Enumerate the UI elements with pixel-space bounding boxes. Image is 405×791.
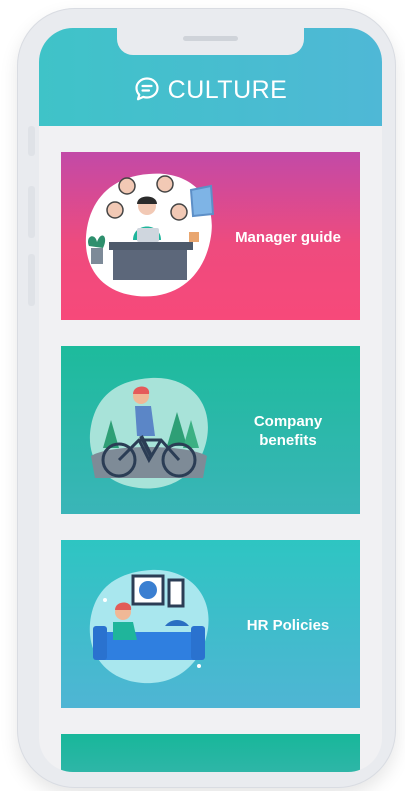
card-list: Manager guide Company benefits HR Polici… xyxy=(61,152,360,772)
phone-side-button xyxy=(28,126,35,156)
page-title-text: CULTURE xyxy=(167,76,288,104)
phone-screen: CULTURE Manager guide Company benefits H… xyxy=(39,28,382,772)
manager-at-desk-illustration xyxy=(85,173,215,297)
phone-notch xyxy=(117,28,304,55)
app-header: CULTURE xyxy=(39,28,382,126)
card-company-benefits[interactable]: Company benefits xyxy=(61,346,360,514)
phone-volume-down-button xyxy=(28,254,35,306)
person-on-bicycle-illustration xyxy=(89,377,208,489)
card-partial[interactable] xyxy=(61,734,360,772)
page-title: CULTURE xyxy=(39,76,382,109)
card-label: HR Policies xyxy=(246,617,330,634)
phone-volume-up-button xyxy=(28,186,35,238)
speaker-grille xyxy=(183,36,238,41)
person-on-sofa-illustration xyxy=(89,569,209,684)
card-label: Company benefits xyxy=(253,413,323,449)
card-hr-policies[interactable]: HR Policies xyxy=(61,540,360,708)
chat-bubble-icon xyxy=(134,76,160,109)
card-manager-guide[interactable]: Manager guide xyxy=(61,152,360,320)
card-label: Manager guide xyxy=(235,229,341,246)
